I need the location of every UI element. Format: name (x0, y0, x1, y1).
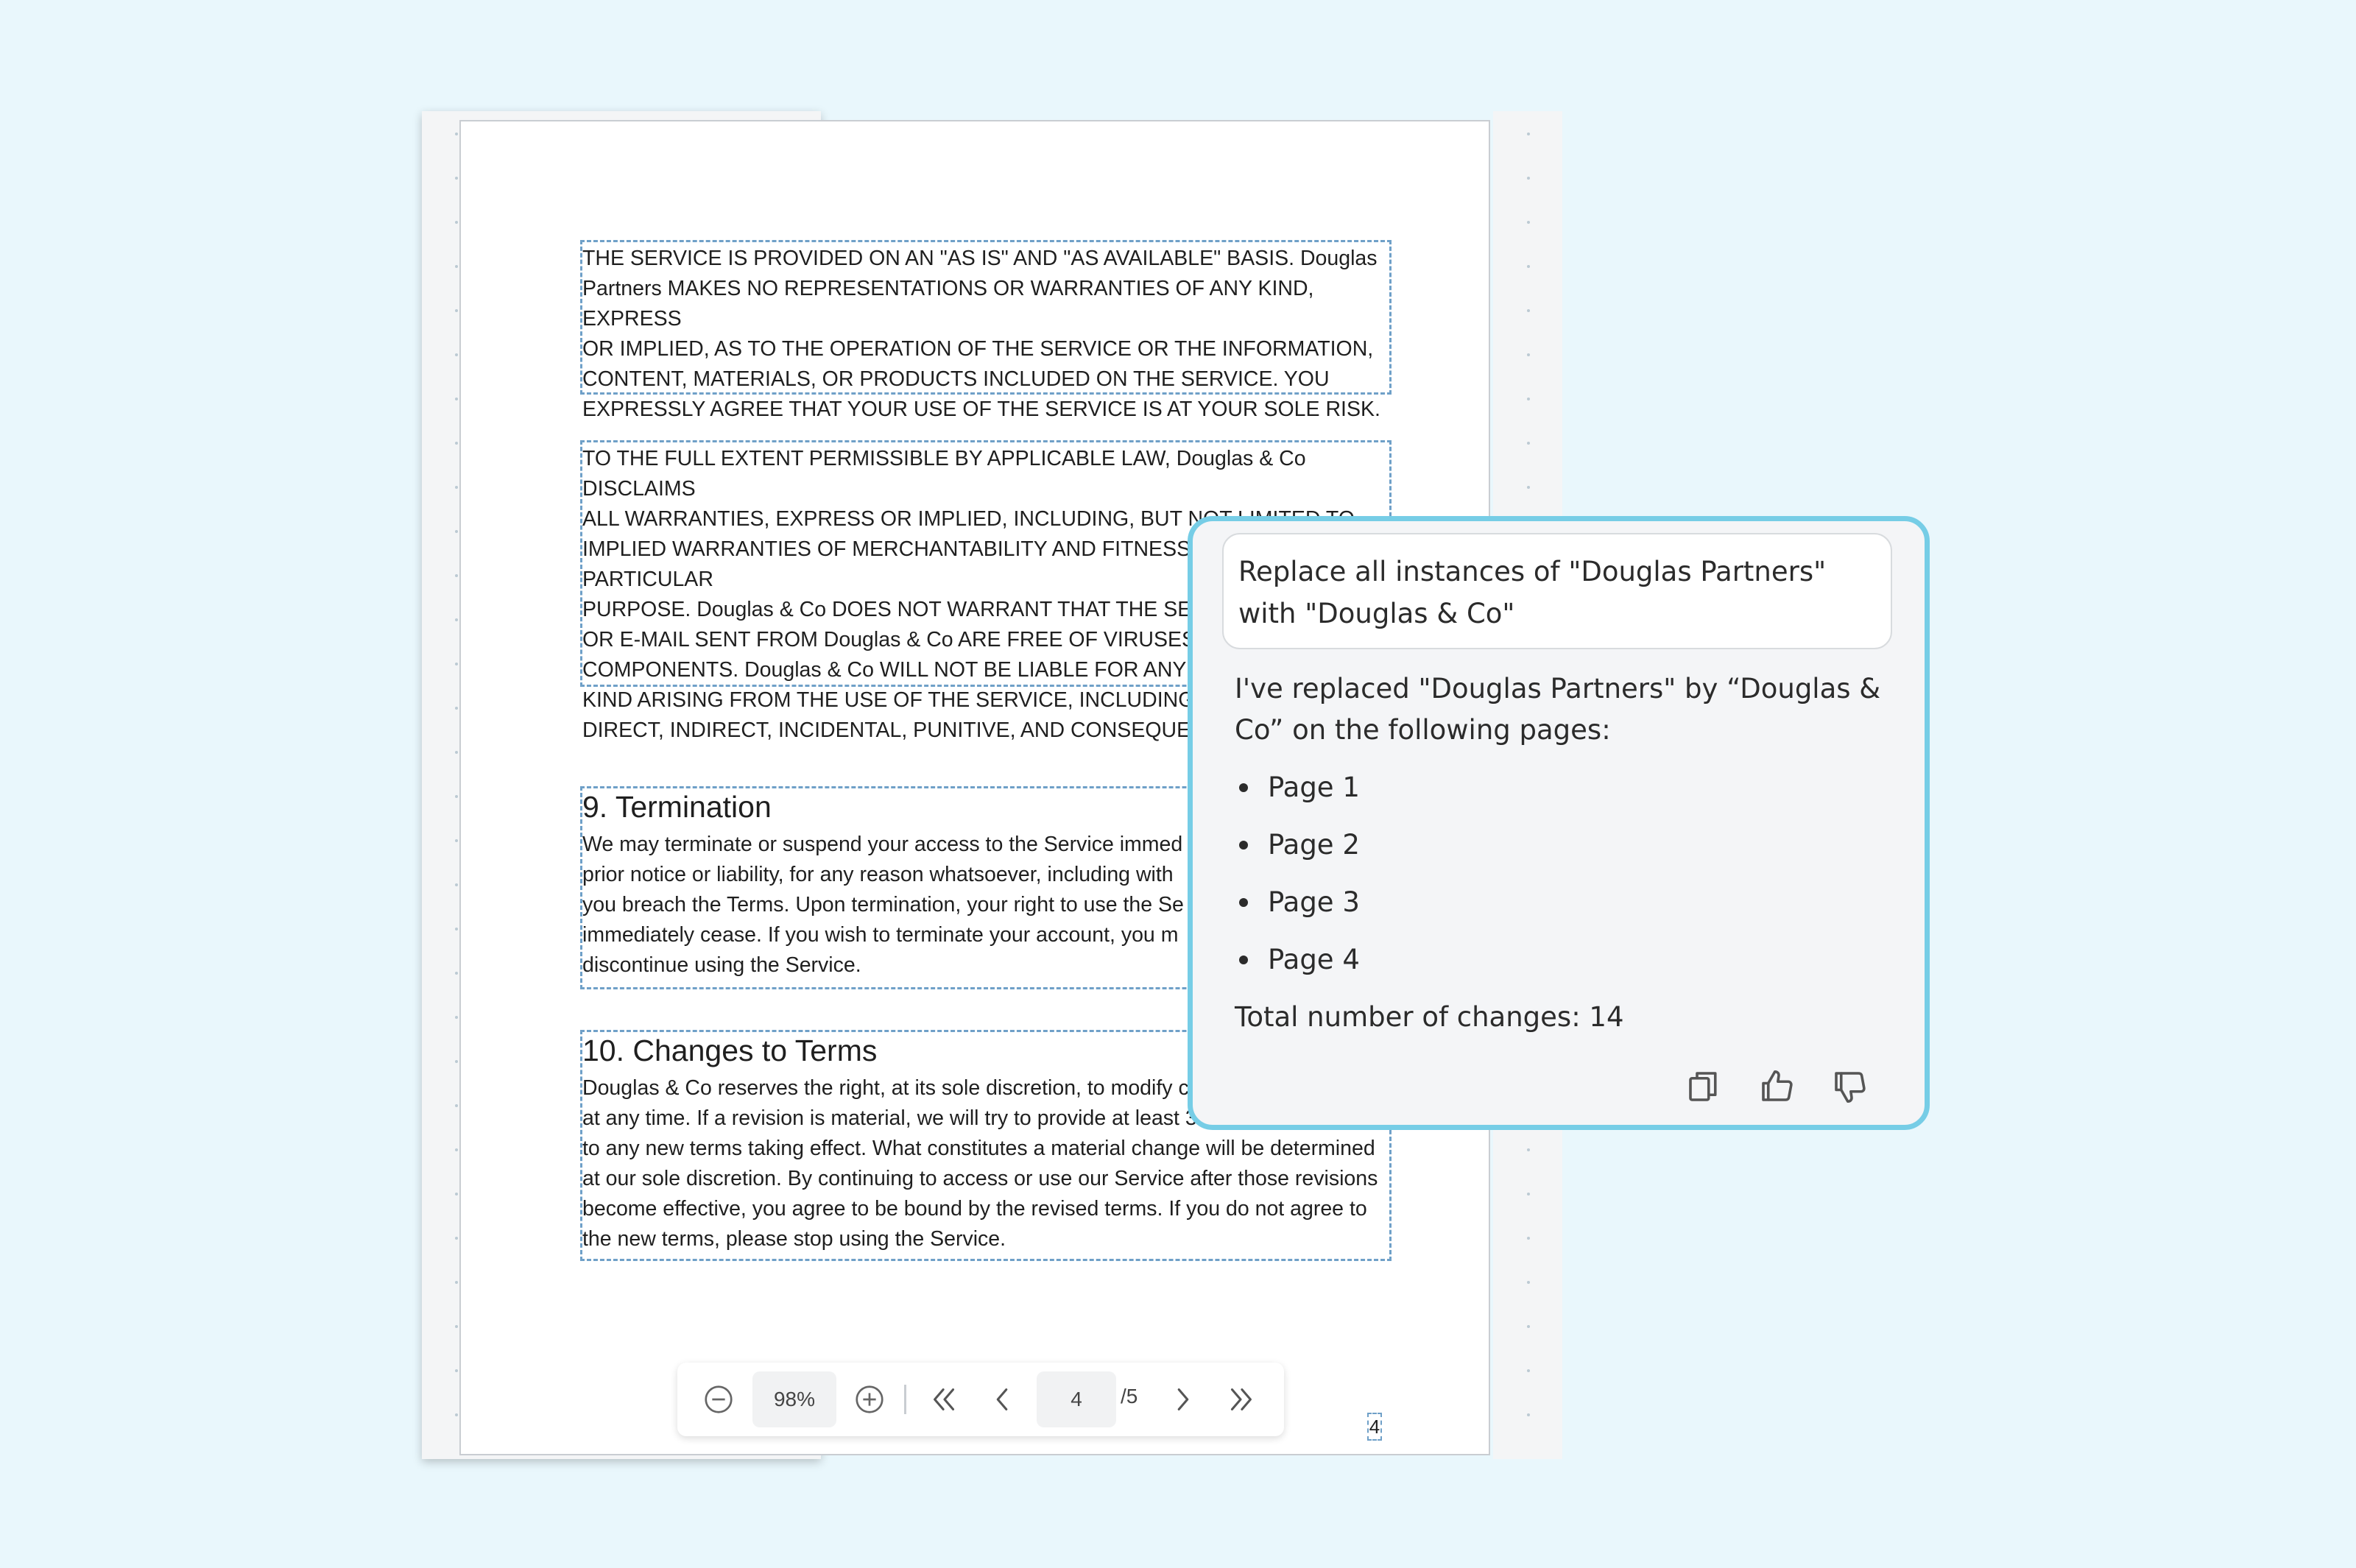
rail-dot (455, 751, 458, 754)
rail-dot (455, 1104, 458, 1107)
list-item: Page 4 (1235, 941, 1360, 998)
rail-dot (455, 133, 458, 135)
rail-dot (1527, 1193, 1530, 1196)
rail-dot (1527, 486, 1530, 489)
thumbs-up-icon (1762, 1070, 1793, 1101)
rail-dot (1527, 1369, 1530, 1372)
rail-dot (1527, 133, 1530, 135)
rail-dot (1527, 1148, 1530, 1151)
rail-dot (455, 795, 458, 798)
rail-dot (455, 618, 458, 621)
chevron-right-icon (1177, 1388, 1189, 1410)
rail-dot (455, 928, 458, 930)
rail-dot (455, 707, 458, 710)
rail-dot (455, 221, 458, 224)
rail-dot (455, 1148, 458, 1151)
toolbar-divider (904, 1385, 906, 1414)
next-page-button[interactable] (1163, 1379, 1204, 1420)
rail-dot (455, 574, 458, 577)
copy-icon (1689, 1072, 1717, 1101)
ai-assistant-panel: Replace all instances of "Douglas Partne… (1188, 516, 1930, 1130)
double-chevron-left-icon (934, 1388, 955, 1410)
rail-dot (1527, 353, 1530, 356)
rail-dot (1527, 1237, 1530, 1240)
rail-dot (455, 1193, 458, 1196)
disclaimer-paragraph: THE SERVICE IS PROVIDED ON AN "AS IS" AN… (582, 247, 1380, 421)
page-number-input[interactable]: 4 (1037, 1371, 1116, 1427)
rail-dot (455, 883, 458, 886)
zoom-out-button[interactable] (698, 1379, 739, 1420)
rail-dot (455, 309, 458, 312)
pdf-navigation-toolbar: 98% 4 /5 (677, 1363, 1284, 1436)
rail-dot (455, 839, 458, 842)
rail-dot (1527, 177, 1530, 180)
rail-dot (455, 1413, 458, 1416)
user-message-bubble: Replace all instances of "Douglas Partne… (1222, 533, 1892, 649)
rail-dot (455, 353, 458, 356)
rail-dot (455, 442, 458, 445)
rail-dot (1527, 1281, 1530, 1284)
rail-dot (1527, 1325, 1530, 1328)
rail-dot (455, 398, 458, 400)
minus-circle-icon (705, 1385, 733, 1413)
rail-dot (455, 530, 458, 533)
rail-dot (455, 1369, 458, 1372)
rail-dot (455, 1060, 458, 1063)
chevron-left-icon (996, 1388, 1008, 1410)
total-changes-text: Total number of changes: 14 (1235, 1001, 1624, 1033)
rail-dot (1527, 309, 1530, 312)
rail-dot (455, 486, 458, 489)
previous-page-button[interactable] (981, 1379, 1023, 1420)
rail-dot (1527, 398, 1530, 400)
thumbs-down-button[interactable] (1827, 1064, 1872, 1109)
last-page-button[interactable] (1220, 1379, 1261, 1420)
total-pages-label: /5 (1121, 1385, 1138, 1408)
first-page-button[interactable] (924, 1379, 965, 1420)
rail-dot (1527, 1413, 1530, 1416)
rail-dot (455, 663, 458, 665)
plus-circle-icon (856, 1385, 884, 1413)
rail-dot (1527, 442, 1530, 445)
list-item: Page 1 (1235, 769, 1360, 826)
rail-dot (1527, 221, 1530, 224)
rail-dot (455, 1237, 458, 1240)
thumbs-down-icon (1835, 1072, 1866, 1103)
zoom-in-button[interactable] (849, 1379, 890, 1420)
assistant-reply-intro: I've replaced "Douglas Partners" by “Dou… (1235, 673, 1881, 746)
zoom-level-display[interactable]: 98% (752, 1371, 836, 1427)
double-chevron-right-icon (1230, 1388, 1252, 1410)
page-number-label: 4 (1367, 1413, 1382, 1441)
list-item: Page 3 (1235, 883, 1360, 941)
rail-dot (455, 1281, 458, 1284)
rail-dot (455, 265, 458, 268)
changed-pages-list: Page 1 Page 2 Page 3 Page 4 (1235, 769, 1360, 998)
copy-button[interactable] (1682, 1064, 1726, 1109)
rail-dot (455, 1325, 458, 1328)
rail-dot (455, 177, 458, 180)
rail-dot (455, 972, 458, 975)
list-item: Page 2 (1235, 826, 1360, 883)
thumbs-up-button[interactable] (1754, 1064, 1799, 1109)
rail-dot (1527, 265, 1530, 268)
text-block-disclaimer[interactable]: THE SERVICE IS PROVIDED ON AN "AS IS" AN… (580, 240, 1392, 421)
rail-dot (455, 1016, 458, 1019)
